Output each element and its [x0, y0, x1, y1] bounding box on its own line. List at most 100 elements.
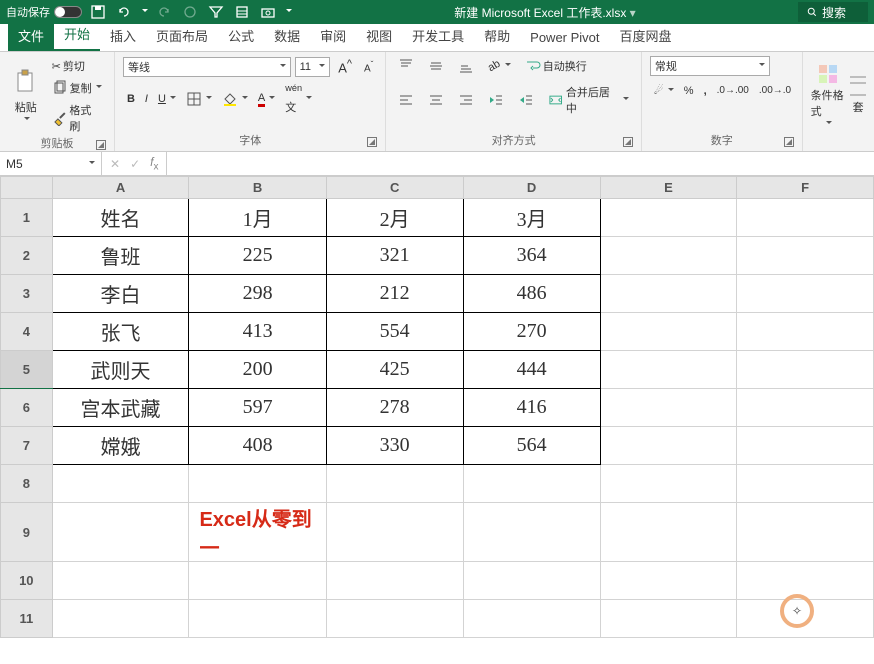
cell[interactable]: 宫本武藏 [52, 389, 189, 427]
cell[interactable]: 212 [326, 275, 463, 313]
dialog-launcher-icon[interactable] [623, 137, 633, 147]
cell[interactable]: 486 [463, 275, 600, 313]
row-header[interactable]: 5 [1, 351, 53, 389]
cell[interactable] [737, 427, 874, 465]
align-top-button[interactable] [394, 56, 418, 76]
cell[interactable]: 330 [326, 427, 463, 465]
cell[interactable] [737, 351, 874, 389]
cell[interactable] [600, 562, 737, 600]
align-bottom-button[interactable] [454, 56, 478, 76]
show-phonetic-button[interactable]: wén文 [281, 81, 316, 117]
tab-home[interactable]: 开始 [54, 18, 100, 51]
number-format-combo[interactable]: 常规 [650, 56, 770, 76]
cell[interactable]: 225 [189, 237, 326, 275]
name-box[interactable]: M5 [0, 152, 102, 175]
tab-formulas[interactable]: 公式 [218, 20, 264, 51]
cell[interactable] [600, 275, 737, 313]
percent-button[interactable]: % [680, 82, 698, 99]
underline-button[interactable]: U [154, 91, 180, 107]
align-middle-button[interactable] [424, 56, 448, 76]
cell[interactable]: 554 [326, 313, 463, 351]
cell[interactable]: 298 [189, 275, 326, 313]
merge-center-button[interactable]: 合并后居中 [544, 82, 632, 118]
row-header[interactable]: 10 [1, 562, 53, 600]
undo-icon[interactable] [114, 2, 134, 22]
row-header[interactable]: 4 [1, 313, 53, 351]
cell[interactable] [600, 503, 737, 562]
cell[interactable]: 3月 [463, 199, 600, 237]
cell[interactable] [600, 427, 737, 465]
cell[interactable] [600, 313, 737, 351]
form-icon[interactable] [232, 2, 252, 22]
decrease-indent-button[interactable] [484, 82, 508, 118]
cell[interactable] [737, 389, 874, 427]
cell[interactable] [600, 389, 737, 427]
cell[interactable]: 364 [463, 237, 600, 275]
row-header[interactable]: 1 [1, 199, 53, 237]
tab-review[interactable]: 审阅 [310, 20, 356, 51]
cell[interactable] [52, 562, 189, 600]
accounting-format-button[interactable]: ☄ [650, 82, 678, 99]
cell[interactable]: 270 [463, 313, 600, 351]
tab-developer[interactable]: 开发工具 [402, 20, 474, 51]
decrease-decimal-button[interactable]: .00→.0 [755, 82, 795, 99]
cell[interactable] [600, 600, 737, 638]
font-size-combo[interactable]: 11 [295, 57, 331, 77]
row-header[interactable]: 7 [1, 427, 53, 465]
align-right-button[interactable] [454, 82, 478, 118]
cell[interactable]: 武则天 [52, 351, 189, 389]
cell[interactable]: 1月 [189, 199, 326, 237]
font-name-combo[interactable]: 等线 [123, 57, 291, 77]
cell[interactable] [189, 465, 326, 503]
row-header[interactable]: 11 [1, 600, 53, 638]
cell[interactable]: 413 [189, 313, 326, 351]
row-header[interactable]: 9 [1, 503, 53, 562]
dialog-launcher-icon[interactable] [784, 137, 794, 147]
row-header[interactable]: 6 [1, 389, 53, 427]
cancel-formula-icon[interactable]: ✕ [110, 157, 120, 171]
search-box[interactable]: 搜索 [798, 2, 868, 22]
cell[interactable]: 321 [326, 237, 463, 275]
cell[interactable] [737, 465, 874, 503]
column-header[interactable]: A [52, 177, 189, 199]
comma-style-button[interactable]: , [700, 82, 711, 99]
cell[interactable]: 416 [463, 389, 600, 427]
cell[interactable] [326, 600, 463, 638]
cell[interactable] [326, 562, 463, 600]
tab-power-pivot[interactable]: Power Pivot [520, 24, 609, 51]
dialog-launcher-icon[interactable] [96, 140, 106, 150]
toggle-off-icon[interactable] [54, 6, 82, 18]
cell[interactable]: Excel从零到一 [189, 503, 326, 562]
increase-font-button[interactable]: A^ [334, 56, 356, 77]
row-header[interactable]: 8 [1, 465, 53, 503]
cell[interactable]: 444 [463, 351, 600, 389]
tab-view[interactable]: 视图 [356, 20, 402, 51]
cell[interactable] [463, 503, 600, 562]
cell[interactable] [52, 600, 189, 638]
cell[interactable]: 李白 [52, 275, 189, 313]
cell[interactable] [463, 600, 600, 638]
conditional-formatting-button[interactable]: 条件格式 [811, 56, 847, 133]
font-color-button[interactable]: A [254, 90, 279, 109]
tab-help[interactable]: 帮助 [474, 20, 520, 51]
filter-icon[interactable] [206, 2, 226, 22]
cell[interactable]: 408 [189, 427, 326, 465]
row-header[interactable]: 2 [1, 237, 53, 275]
cell[interactable] [737, 313, 874, 351]
enter-formula-icon[interactable]: ✓ [130, 157, 140, 171]
row-header[interactable]: 3 [1, 275, 53, 313]
cell[interactable] [600, 199, 737, 237]
tab-baidu-disk[interactable]: 百度网盘 [610, 20, 682, 51]
bold-button[interactable]: B [123, 91, 139, 107]
fill-color-button[interactable] [218, 89, 252, 109]
format-painter-button[interactable]: 格式刷 [48, 100, 106, 136]
cell[interactable] [737, 237, 874, 275]
cell[interactable] [189, 600, 326, 638]
formula-input[interactable] [167, 152, 874, 175]
cell[interactable] [326, 465, 463, 503]
copy-button[interactable]: 复制 [48, 78, 106, 98]
cell[interactable] [737, 275, 874, 313]
column-header[interactable]: F [737, 177, 874, 199]
dialog-launcher-icon[interactable] [367, 137, 377, 147]
tab-page-layout[interactable]: 页面布局 [146, 20, 218, 51]
